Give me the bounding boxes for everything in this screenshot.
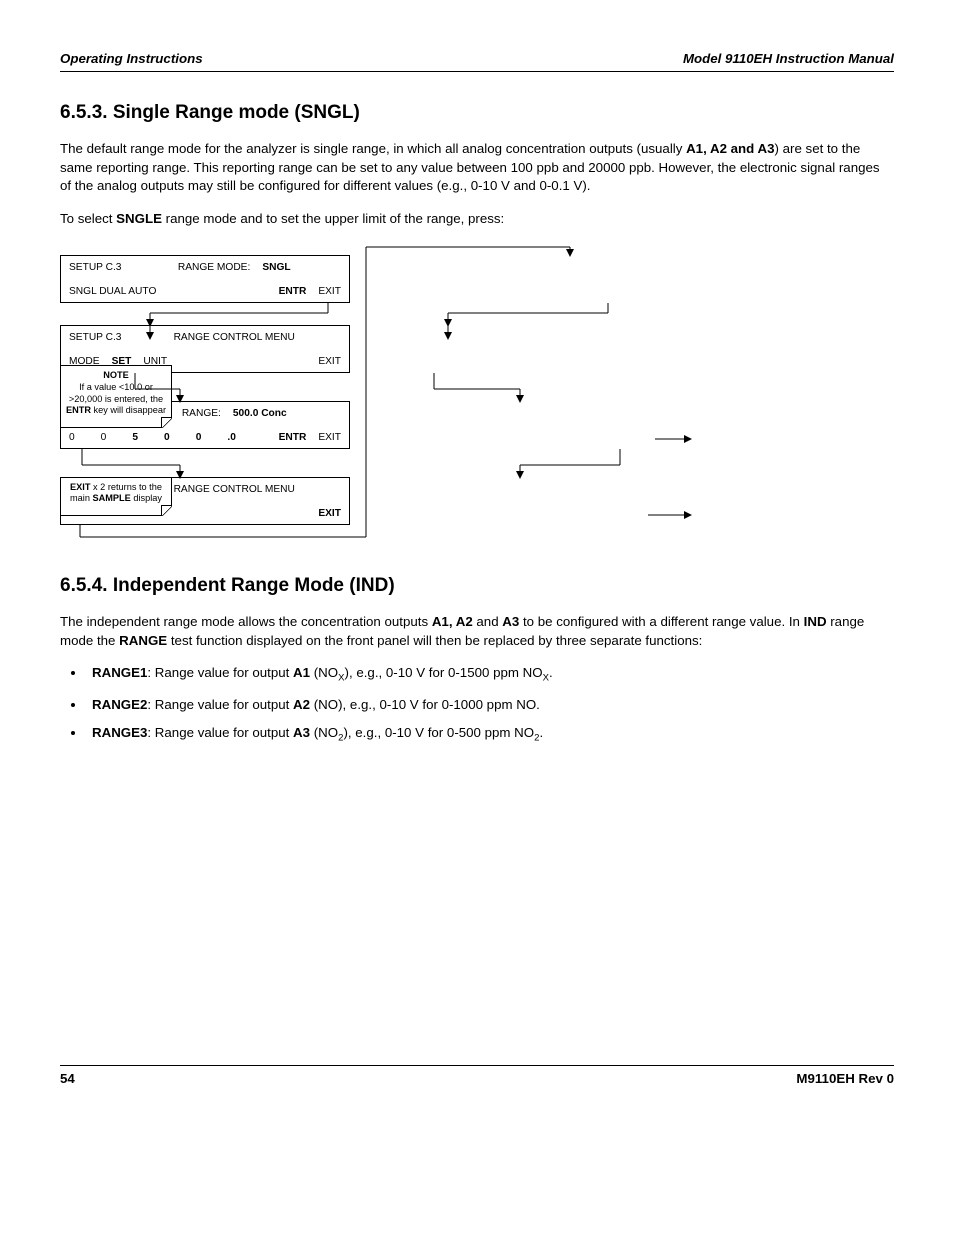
page-footer: 54 M9110EH Rev 0	[60, 1065, 894, 1089]
section-653-para1: The default range mode for the analyzer …	[60, 140, 894, 196]
list-item: RANGE2: Range value for output A2 (NO), …	[86, 696, 894, 715]
page-number: 54	[60, 1070, 75, 1089]
section-653-title: 6.5.3. Single Range mode (SNGL)	[60, 100, 894, 127]
section-654-title: 6.5.4. Independent Range Mode (IND)	[60, 573, 894, 600]
screen-r1: SETUP C.3RANGE MODE: SNGL SNGL DUAL AUTO…	[60, 255, 350, 303]
section-654-para1: The independent range mode allows the co…	[60, 613, 894, 650]
page-header: Operating Instructions Model 9110EH Inst…	[60, 50, 894, 72]
note-exit: EXIT x 2 returns to the main SAMPLE disp…	[60, 477, 172, 516]
menu-flow-diagram: SAMPLERANGE = 500.0 PPBNOX=X.X < TST TST…	[60, 243, 840, 543]
list-item: RANGE3: Range value for output A3 (NO2),…	[86, 724, 894, 745]
page-fold-icon	[161, 417, 172, 428]
range-list: RANGE1: Range value for output A1 (NOX),…	[86, 664, 894, 745]
header-left: Operating Instructions	[60, 50, 203, 69]
doc-revision: M9110EH Rev 0	[796, 1070, 894, 1089]
section-653-para2: To select SNGLE range mode and to set th…	[60, 210, 894, 229]
header-right: Model 9110EH Instruction Manual	[683, 50, 894, 69]
note-range-limit: NOTE If a value <10.0 or >20,000 is ente…	[60, 365, 172, 428]
page-fold-icon	[161, 505, 172, 516]
list-item: RANGE1: Range value for output A1 (NOX),…	[86, 664, 894, 685]
